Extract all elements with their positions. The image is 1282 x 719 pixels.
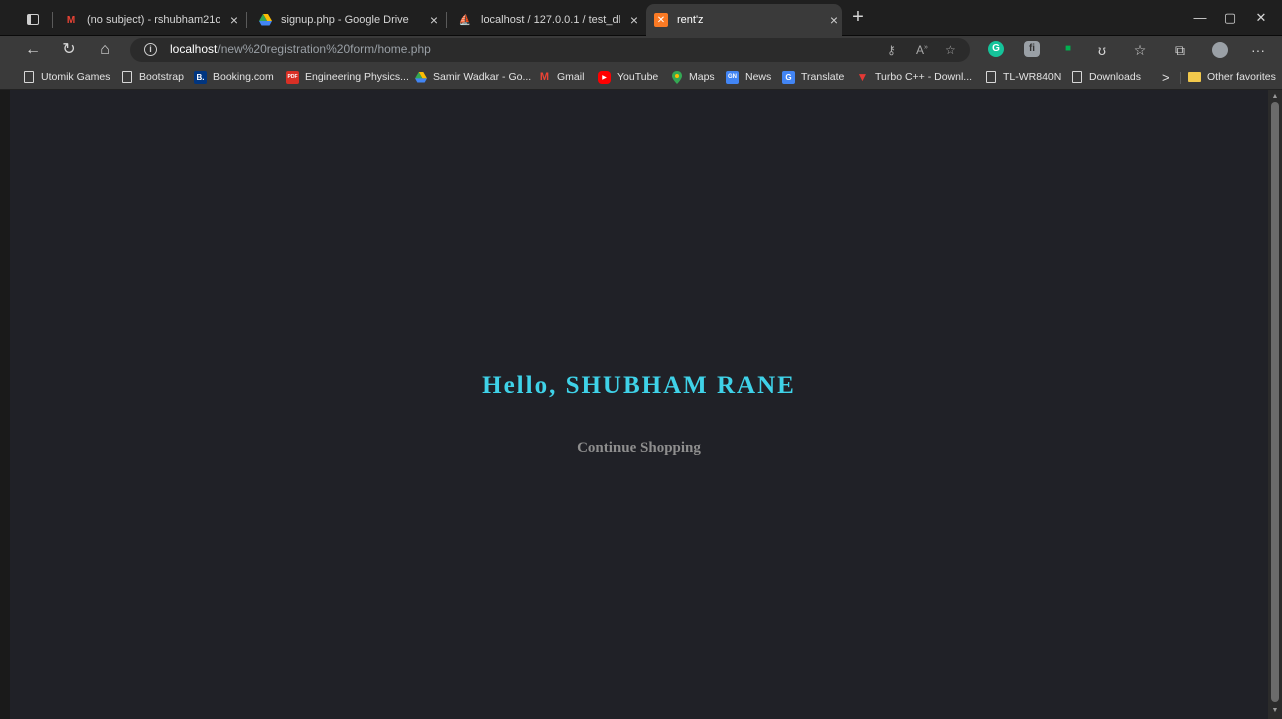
bookmark-label: Maps [689, 71, 715, 83]
new-tab-button[interactable]: + [846, 6, 870, 30]
bookmarks-bar: Utomik Games Bootstrap B. Booking.com PDF… [0, 64, 1282, 90]
address-toolbar: ← ↻ ⌂ i localhost/new%20registration%20f… [0, 36, 1282, 64]
xampp-icon: ✕ [654, 13, 668, 27]
tab-google-drive[interactable]: signup.php - Google Drive × [250, 4, 442, 36]
scroll-down-arrow-icon[interactable]: ▼ [1271, 707, 1279, 715]
greeting-heading: Hello, SHUBHAM RANE [482, 372, 796, 399]
restore-button[interactable]: ▢ [1215, 8, 1245, 28]
url-path: /new%20registration%20form/home.php [217, 42, 431, 56]
gmail-icon: M [66, 14, 76, 26]
bookmark-label: Booking.com [213, 71, 274, 83]
translate-icon: G [782, 70, 795, 84]
bookmark-news[interactable]: GN News [726, 69, 771, 85]
grammarly-icon[interactable]: G [988, 41, 1004, 57]
bookmark-label: Downloads [1089, 71, 1141, 83]
booking-icon: B. [194, 70, 207, 84]
folder-icon [1188, 72, 1201, 82]
refresh-icon[interactable]: ↻ [58, 39, 80, 61]
bookmark-youtube[interactable]: ▶ YouTube [598, 69, 658, 85]
phpmyadmin-icon: ⛵ [458, 14, 472, 26]
extension-icon[interactable]: fi [1024, 41, 1040, 57]
extensions-icon[interactable]: ʊ [1092, 40, 1112, 60]
close-window-button[interactable]: ✕ [1246, 8, 1276, 28]
tab-close-icon[interactable]: × [426, 13, 442, 27]
google-drive-icon [414, 71, 427, 84]
home-icon[interactable]: ⌂ [94, 39, 116, 61]
turbo-icon: ▼ [856, 70, 869, 84]
bookmark-gmail[interactable]: M Gmail [538, 69, 585, 85]
tab-title: signup.php - Google Drive [281, 14, 409, 26]
tab-title: (no subject) - rshubham21comp [87, 14, 220, 26]
bookmark-other-favorites[interactable]: Other favorites [1188, 69, 1276, 85]
bookmark-maps[interactable]: Maps [670, 69, 715, 85]
bookmark-translate[interactable]: G Translate [782, 69, 844, 85]
continue-shopping-link[interactable]: Continue Shopping [10, 440, 1268, 457]
favorites-icon[interactable]: ☆ [1130, 40, 1150, 60]
url-text: localhost/new%20registration%20form/home… [170, 42, 431, 56]
bookmark-label: Translate [801, 71, 845, 83]
google-drive-icon [258, 13, 272, 27]
bookmark-tl-wr840n[interactable]: TL-WR840N [984, 69, 1061, 85]
bookmark-samir-wadkar[interactable]: Samir Wadkar - Go... [414, 69, 531, 85]
tab-actions-menu-icon[interactable] [18, 8, 48, 30]
page-icon [1070, 71, 1083, 84]
meet-icon[interactable]: ■ [1060, 41, 1076, 57]
minimize-button[interactable]: — [1185, 8, 1215, 28]
bookmark-label: TL-WR840N [1003, 71, 1062, 83]
bookmark-booking[interactable]: B. Booking.com [194, 69, 274, 85]
bookmark-label: Gmail [557, 71, 585, 83]
back-arrow-icon[interactable]: ← [22, 39, 44, 61]
tab-phpmyadmin[interactable]: ⛵ localhost / 127.0.0.1 / test_db / c × [450, 4, 642, 36]
window-left-edge [0, 90, 10, 719]
bookmark-label: Utomik Games [41, 71, 111, 83]
bookmark-separator [1180, 72, 1181, 84]
address-bar[interactable]: i localhost/new%20registration%20form/ho… [130, 38, 970, 62]
key-icon[interactable]: ⚷ [887, 43, 896, 57]
tab-close-icon[interactable]: × [826, 13, 842, 27]
bookmark-label: Samir Wadkar - Go... [433, 71, 532, 83]
page-icon [22, 71, 35, 84]
bookmark-label: Bootstrap [139, 71, 184, 83]
bookmark-label: Other favorites [1207, 71, 1276, 83]
bookmark-label: Engineering Physics... [305, 71, 409, 83]
maps-icon [670, 70, 683, 84]
youtube-icon: ▶ [598, 70, 611, 84]
tab-separator [246, 12, 247, 28]
gmail-icon: M [539, 71, 550, 83]
more-menu-icon[interactable]: ··· [1248, 40, 1268, 60]
scrollbar-thumb[interactable] [1271, 102, 1279, 702]
page-viewport: Hello, SHUBHAM RANE Continue Shopping [10, 90, 1268, 719]
page-icon [120, 71, 133, 84]
vertical-scrollbar[interactable]: ▲ ▼ [1268, 90, 1282, 719]
profile-avatar-icon[interactable] [1210, 40, 1230, 60]
add-favorite-icon[interactable]: ☆ [945, 43, 956, 57]
bookmarks-overflow-chevron-icon[interactable]: > [1162, 69, 1170, 85]
tab-title: localhost / 127.0.0.1 / test_db / c [481, 14, 620, 26]
page-icon [984, 71, 997, 84]
tab-rentz[interactable]: ✕ rent'z × [646, 4, 842, 36]
tab-gmail[interactable]: M (no subject) - rshubham21comp × [56, 4, 242, 36]
tab-close-icon[interactable]: × [626, 13, 642, 27]
bookmark-bootstrap[interactable]: Bootstrap [120, 69, 184, 85]
bookmark-engineering-physics[interactable]: PDF Engineering Physics... [286, 69, 409, 85]
pdf-icon: PDF [286, 70, 299, 84]
tab-separator [446, 12, 447, 28]
bookmark-label: News [745, 71, 772, 83]
url-host: localhost [170, 42, 218, 56]
tab-close-icon[interactable]: × [226, 13, 242, 27]
tab-separator [52, 12, 53, 28]
bookmark-label: Turbo C++ - Downl... [875, 71, 973, 83]
news-icon: GN [726, 70, 739, 84]
scroll-up-arrow-icon[interactable]: ▲ [1271, 93, 1279, 101]
collections-icon[interactable]: ⧉ [1170, 40, 1190, 60]
read-aloud-icon[interactable]: A» [916, 43, 928, 57]
site-info-icon[interactable]: i [144, 43, 157, 56]
bookmark-downloads[interactable]: Downloads [1070, 69, 1141, 85]
tab-title: rent'z [677, 14, 704, 26]
tab-strip: M (no subject) - rshubham21comp × signup… [0, 0, 1282, 36]
bookmark-label: YouTube [617, 71, 659, 83]
bookmark-utomik-games[interactable]: Utomik Games [22, 69, 110, 85]
bookmark-turbo-cpp[interactable]: ▼ Turbo C++ - Downl... [856, 69, 973, 85]
